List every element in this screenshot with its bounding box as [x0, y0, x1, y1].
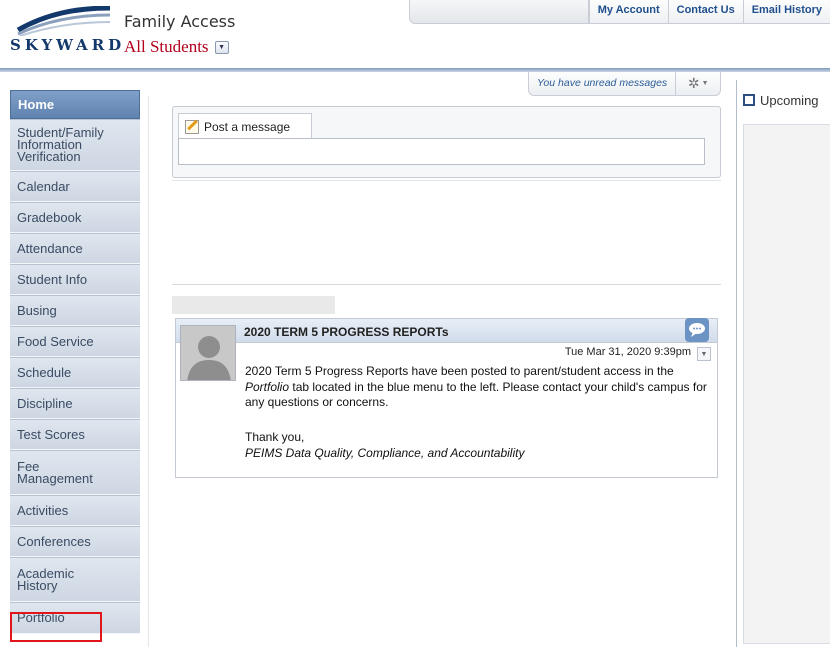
chevron-down-icon[interactable]: ▼: [214, 40, 229, 54]
reply-button[interactable]: [685, 318, 709, 342]
sidebar-item-test-scores[interactable]: Test Scores: [10, 419, 140, 450]
sidebar-item-label: Discipline: [17, 395, 73, 411]
sidebar-item-label: Calendar: [17, 178, 70, 194]
contact-us-link[interactable]: Contact Us: [667, 0, 743, 24]
post-message-panel: Post a message: [172, 106, 721, 178]
sidebar-item-label: Food Service: [17, 333, 94, 349]
post-message-tab[interactable]: Post a message: [178, 113, 312, 139]
sidebar-item-label: Student/Family Information Verification: [17, 125, 104, 164]
my-account-link[interactable]: My Account: [588, 0, 668, 24]
sidebar-item-fee-management[interactable]: Fee Management: [10, 450, 140, 495]
sidebar-item-busing[interactable]: Busing: [10, 295, 140, 326]
sidebar-item-schedule[interactable]: Schedule: [10, 357, 140, 388]
skyward-logo[interactable]: SKYWARD: [6, 6, 121, 62]
chevron-down-icon: ▼: [701, 80, 709, 87]
section-divider: [172, 180, 721, 181]
sidebar-item-label: Activities: [17, 502, 69, 518]
email-history-link[interactable]: Email History: [742, 0, 830, 24]
app-title: Family Access: [124, 12, 236, 31]
sidebar-nav: Home Student/Family Information Verifica…: [10, 90, 140, 634]
student-selector[interactable]: All Students ▼: [124, 37, 229, 57]
portfolio-highlight-box: [10, 612, 102, 642]
sidebar-item-label: Test Scores: [17, 426, 85, 442]
sidebar-item-discipline[interactable]: Discipline: [10, 388, 140, 419]
message-body-text: 2020 Term 5 Progress Reports have been p…: [245, 364, 674, 378]
sidebar-item-label: Schedule: [17, 364, 72, 380]
sidebar-item-academic-history[interactable]: Academic History: [10, 557, 140, 602]
calendar-icon: [743, 94, 755, 106]
section-divider: [172, 284, 721, 285]
sidebar-item-label: Gradebook: [17, 209, 82, 225]
upcoming-header[interactable]: Upcoming: [737, 80, 830, 120]
sidebar-item-activities[interactable]: Activities: [10, 495, 140, 526]
unread-messages-link[interactable]: You have unread messages: [529, 71, 677, 96]
upcoming-content: [743, 124, 830, 644]
message-signoff: Thank you, PEIMS Data Quality, Complianc…: [245, 430, 524, 461]
sidebar-item-student-info[interactable]: Student Info: [10, 264, 140, 295]
portfolio-mention: Portfolio: [245, 379, 290, 394]
student-selector-label: All Students: [124, 37, 209, 56]
message-body-text: tab located in the blue menu to the left…: [245, 379, 707, 410]
sidebar-item-student-family-information-verification[interactable]: Student/Family Information Verification: [10, 119, 140, 171]
logo-wordmark: SKYWARD: [10, 36, 126, 54]
topnav-spacer: [408, 0, 589, 24]
upcoming-title: Upcoming: [760, 92, 819, 108]
message-card: 2020 TERM 5 PROGRESS REPORTs Tue Mar 31,…: [175, 318, 718, 478]
sidebar-item-home[interactable]: Home: [10, 90, 140, 119]
message-body: 2020 Term 5 Progress Reports have been p…: [245, 364, 715, 411]
chat-bubble-icon: [689, 323, 705, 337]
message-title: 2020 TERM 5 PROGRESS REPORTs: [244, 325, 449, 339]
sidebar-item-label: Attendance: [17, 240, 83, 256]
sidebar-item-conferences[interactable]: Conferences: [10, 526, 140, 557]
sidebar-item-gradebook[interactable]: Gradebook: [10, 202, 140, 233]
post-message-label: Post a message: [204, 119, 291, 134]
top-navigation: My Account Contact Us Email History: [408, 0, 830, 24]
user-silhouette-icon: [181, 326, 235, 380]
sidebar-item-label: Fee Management: [17, 458, 93, 486]
post-message-input[interactable]: [178, 138, 705, 165]
signature-text: PEIMS Data Quality, Compliance, and Acco…: [245, 445, 525, 460]
chevron-down-icon[interactable]: ▼: [697, 347, 711, 361]
message-toolbar: You have unread messages ✲ ▼: [528, 71, 722, 96]
sidebar-item-label: Student Info: [17, 271, 88, 287]
avatar: [180, 325, 236, 381]
sidebar-item-attendance[interactable]: Attendance: [10, 233, 140, 264]
message-group-tab: [172, 296, 335, 314]
sidebar-item-label: Academic History: [17, 565, 75, 593]
header: SKYWARD Family Access All Students ▼ My …: [0, 0, 830, 68]
gear-icon: ✲: [687, 75, 700, 91]
upcoming-panel: Upcoming: [736, 80, 830, 647]
logo-swoosh-icon: [16, 6, 111, 36]
sidebar-item-food-service[interactable]: Food Service: [10, 326, 140, 357]
sidebar-item-calendar[interactable]: Calendar: [10, 171, 140, 202]
sidebar-item-label: Conferences: [17, 533, 91, 549]
thank-you-text: Thank you,: [245, 430, 305, 444]
sidebar-item-label: Home: [18, 96, 55, 112]
edit-icon: [185, 119, 199, 134]
sidebar-divider: [148, 96, 149, 647]
gear-menu-button[interactable]: ✲ ▼: [676, 72, 720, 96]
message-date: Tue Mar 31, 2020 9:39pm: [564, 346, 691, 358]
sidebar-item-label: Busing: [17, 302, 57, 318]
